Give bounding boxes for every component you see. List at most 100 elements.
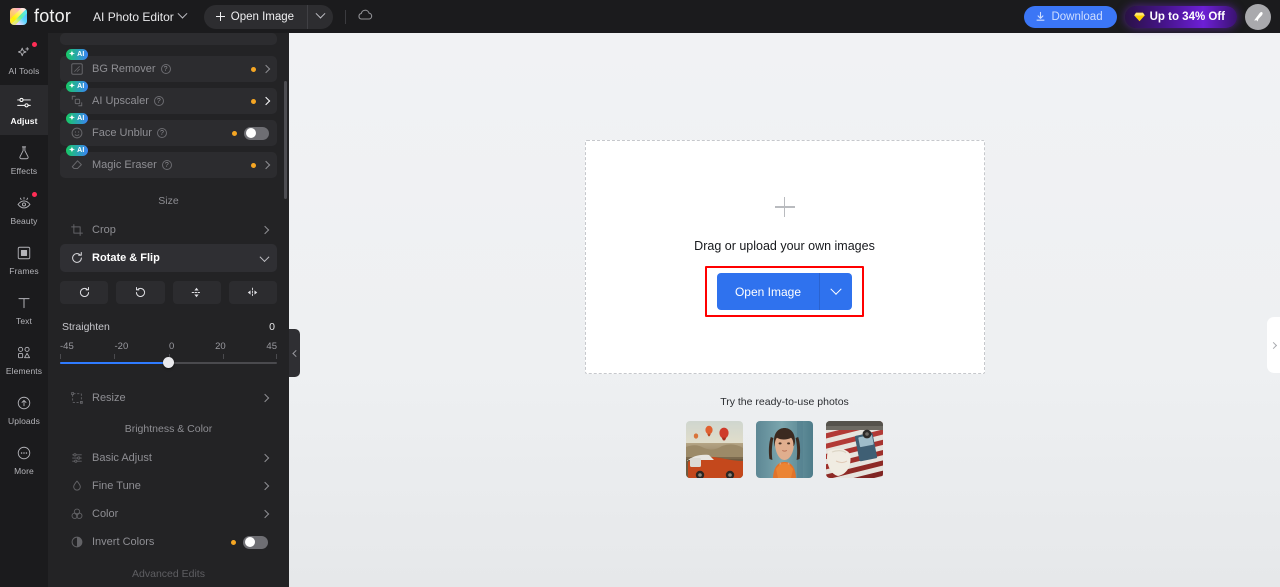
sparkle-icon <box>17 47 30 57</box>
rotate-left-button[interactable] <box>116 281 165 304</box>
thumbnail-striped-picnic[interactable] <box>826 421 883 478</box>
app-body: AI Tools Adjust Effects Beauty Frames Te… <box>0 33 1280 587</box>
straighten-tick-labels: -45 -20 0 20 45 <box>60 333 277 352</box>
basic-adjust-icon <box>72 453 82 463</box>
open-image-highlight: Open Image <box>705 266 864 317</box>
avatar[interactable] <box>1245 3 1271 30</box>
header-divider <box>345 9 347 24</box>
help-icon[interactable]: ? <box>160 64 171 74</box>
open-image-label: Open Image <box>230 10 295 23</box>
tick-label: -45 <box>60 341 74 352</box>
size-section-title: Size <box>158 195 179 207</box>
face-unblur-toggle[interactable] <box>244 126 269 140</box>
sparkle-icon: ✦ <box>69 83 76 90</box>
download-button[interactable]: Download <box>1024 5 1117 28</box>
adjust-panel: ✦ AI BG Remover ? ✦ AI AI Upscaler ? ✦ A… <box>48 33 289 587</box>
collapse-panel-handle[interactable] <box>289 329 300 377</box>
image-dropzone[interactable]: Drag or upload your own images Open Imag… <box>584 140 985 374</box>
sidebar-item-label: Beauty <box>10 216 38 226</box>
panel-scrollbar[interactable] <box>284 81 287 199</box>
promo-button[interactable]: Up to 34% Off <box>1124 5 1237 28</box>
sidebar-item-beauty[interactable]: Beauty <box>0 185 48 235</box>
ai-badge-label: AI <box>77 51 85 58</box>
chevron-right-icon <box>260 481 270 491</box>
sidebar-item-adjust[interactable]: Adjust <box>0 85 48 135</box>
open-image-dropdown-button[interactable] <box>308 5 333 29</box>
app-mode-selector[interactable]: AI Photo Editor <box>93 8 188 24</box>
straighten-header: Straighten 0 <box>60 308 277 333</box>
flip-vertical-icon <box>191 287 202 298</box>
ai-tool-card-partial[interactable] <box>60 33 277 45</box>
help-icon[interactable]: ? <box>161 160 172 170</box>
ai-tool-face-unblur[interactable]: ✦ AI Face Unblur ? <box>60 113 277 146</box>
face-icon <box>71 127 83 139</box>
cloud-icon[interactable] <box>357 8 373 26</box>
sidebar-item-effects[interactable]: Effects <box>0 135 48 185</box>
more-dots-icon <box>17 446 31 460</box>
panel-item-label: Rotate & Flip <box>92 252 160 264</box>
ai-tool-ai-upscaler[interactable]: ✦ AI AI Upscaler ? <box>60 81 277 114</box>
sidebar-item-text[interactable]: Text <box>0 285 48 335</box>
sidebar-item-ai-tools[interactable]: AI Tools <box>0 35 48 85</box>
right-panel-handle[interactable] <box>1267 317 1280 373</box>
sidebar-item-label: Adjust <box>10 116 38 126</box>
sliders-icon <box>17 97 31 108</box>
panel-item-crop[interactable]: Crop <box>60 216 277 244</box>
resize-icon <box>71 392 83 404</box>
flip-vertical-button[interactable] <box>172 281 221 304</box>
sidebar-item-label: Effects <box>10 166 38 176</box>
plus-icon <box>215 12 225 21</box>
ai-tool-magic-eraser[interactable]: ✦ AI Magic Eraser ? <box>60 145 277 178</box>
open-image-group-main: Open Image <box>717 273 852 310</box>
sidebar-item-elements[interactable]: Elements <box>0 335 48 385</box>
fotor-editor-app: fotor AI Photo Editor Open Image Downloa… <box>0 0 1280 587</box>
bg-remover-icon <box>71 63 83 75</box>
chevron-left-icon <box>292 349 300 357</box>
new-badge-dot <box>32 42 37 47</box>
panel-item-resize[interactable]: Resize <box>60 384 277 412</box>
fotor-logo-icon <box>10 8 27 25</box>
flip-horizontal-button[interactable] <box>228 281 277 304</box>
panel-item-label: Color <box>92 508 119 520</box>
upload-cloud-icon <box>17 396 31 410</box>
sidebar-item-frames[interactable]: Frames <box>0 235 48 285</box>
chevron-right-icon <box>1269 341 1278 349</box>
sidebar-item-uploads[interactable]: Uploads <box>0 385 48 435</box>
slider-handle[interactable] <box>163 357 174 368</box>
panel-item-basic-adjust[interactable]: Basic Adjust <box>60 444 277 472</box>
sidebar-item-label: More <box>14 466 34 476</box>
eraser-icon <box>71 160 82 169</box>
panel-item-color[interactable]: Color <box>60 500 277 528</box>
pro-dot <box>231 539 236 545</box>
thumbnail-balloons-car[interactable] <box>686 421 743 478</box>
tick-label: 20 <box>215 341 226 352</box>
rotate-icon <box>72 252 82 263</box>
tick-label: -20 <box>114 341 129 352</box>
crop-icon <box>71 224 83 236</box>
ai-tool-label: Face Unblur <box>92 127 152 139</box>
open-image-button-main[interactable]: Open Image <box>717 273 820 310</box>
invert-colors-toggle[interactable] <box>243 535 268 549</box>
straighten-slider[interactable] <box>60 354 277 370</box>
panel-item-rotate-flip[interactable]: Rotate & Flip <box>60 244 277 272</box>
ready-photos-title: Try the ready-to-use photos <box>720 396 849 408</box>
brand-logo[interactable]: fotor <box>10 6 71 27</box>
help-icon[interactable]: ? <box>153 96 164 106</box>
bird-avatar-icon <box>1253 11 1263 22</box>
panel-item-label: Invert Colors <box>92 536 155 548</box>
sidebar-item-more[interactable]: More <box>0 435 48 485</box>
promo-label: Up to 34% Off <box>1149 10 1225 23</box>
sidebar-item-label: Uploads <box>8 416 40 426</box>
open-image-group: Open Image <box>203 4 334 29</box>
thumbnail-portrait-woman[interactable] <box>756 421 813 478</box>
open-image-button[interactable]: Open Image <box>204 4 309 29</box>
panel-item-fine-tune[interactable]: Fine Tune <box>60 472 277 500</box>
brand-name: fotor <box>34 6 72 26</box>
ai-tool-bg-remover[interactable]: ✦ AI BG Remover ? <box>60 49 277 82</box>
rotate-right-button[interactable] <box>60 281 109 304</box>
download-label: Download <box>1051 10 1103 23</box>
panel-item-invert-colors[interactable]: Invert Colors <box>60 528 277 556</box>
sidebar-item-label: AI Tools <box>8 66 40 76</box>
help-icon[interactable]: ? <box>156 128 167 138</box>
open-image-dropdown-main[interactable] <box>820 273 852 310</box>
